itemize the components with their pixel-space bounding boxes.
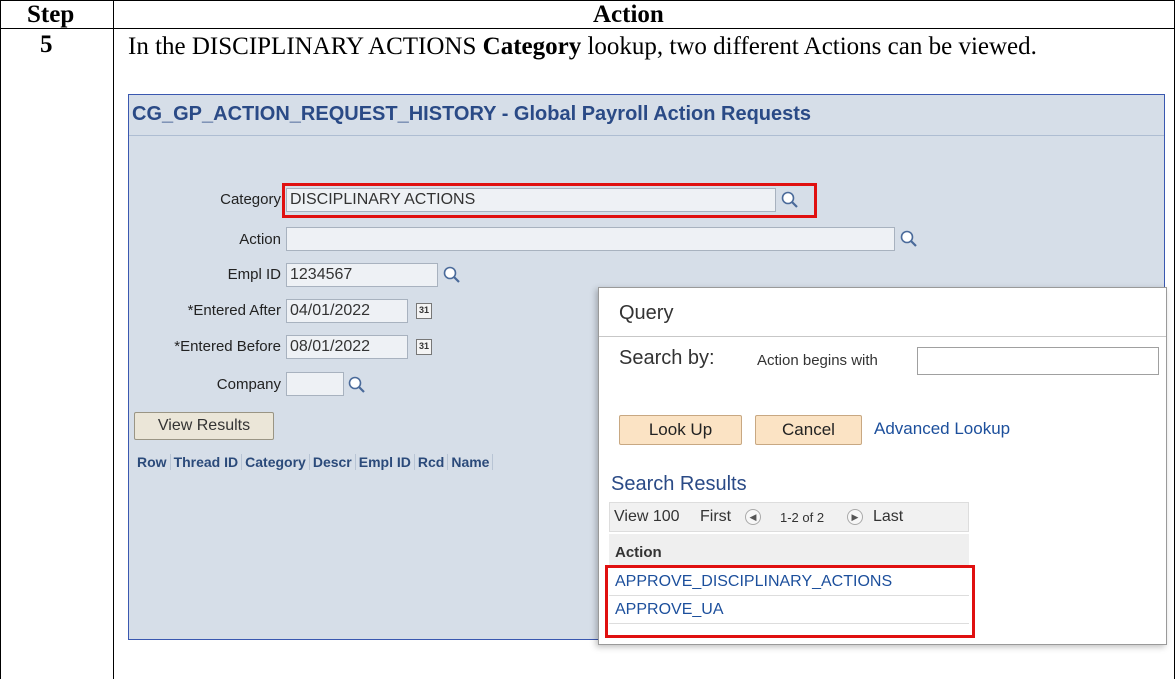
entered-before-calendar-icon[interactable]: 31	[416, 339, 432, 355]
entered-before-field[interactable]: 08/01/2022	[286, 335, 408, 359]
last-link[interactable]: Last	[873, 508, 903, 526]
grid-col-row[interactable]: Row	[134, 454, 171, 470]
first-link[interactable]: First	[700, 508, 731, 526]
action-search-icon[interactable]	[899, 229, 919, 249]
emplid-field[interactable]: 1234567	[286, 263, 438, 287]
advanced-lookup-link[interactable]: Advanced Lookup	[874, 419, 1010, 439]
table-border-left	[0, 0, 1, 679]
table-border-top	[0, 0, 1175, 1]
instruction-pre: In the DISCIPLINARY ACTIONS	[128, 33, 483, 60]
previous-icon[interactable]: ◀	[745, 509, 761, 525]
results-column-action[interactable]: Action	[609, 534, 969, 566]
entered-after-calendar-icon[interactable]: 31	[416, 303, 432, 319]
grid-col-emplid[interactable]: Empl ID	[356, 454, 415, 470]
category-highlight-box	[282, 183, 817, 218]
grid-col-thread-id[interactable]: Thread ID	[171, 454, 243, 470]
view-results-button[interactable]: View Results	[134, 412, 274, 440]
grid-col-descr[interactable]: Descr	[310, 454, 356, 470]
table-header-divider	[0, 28, 1175, 29]
grid-col-name[interactable]: Name	[448, 454, 494, 470]
instruction-bold: Category	[482, 33, 582, 60]
entered-after-label: *Entered After	[187, 302, 281, 319]
look-up-button[interactable]: Look Up	[619, 415, 742, 445]
action-label: Action	[239, 231, 281, 248]
search-criteria-label: Action begins with	[757, 352, 878, 369]
company-search-icon[interactable]	[347, 375, 367, 395]
next-icon[interactable]: ▶	[847, 509, 863, 525]
entered-before-label: *Entered Before	[174, 338, 281, 355]
modal-title-divider	[599, 336, 1166, 337]
search-results-heading: Search Results	[611, 473, 747, 495]
instruction-text: In the DISCIPLINARY ACTIONS Category loo…	[128, 31, 1158, 63]
title-divider	[129, 135, 1164, 136]
results-highlight-box	[605, 565, 975, 638]
page-title: CG_GP_ACTION_REQUEST_HISTORY - Global Pa…	[132, 103, 812, 125]
grid-col-category[interactable]: Category	[242, 454, 310, 470]
grid-col-rcd[interactable]: Rcd	[415, 454, 449, 470]
table-column-divider	[113, 0, 114, 679]
range-text: 1-2 of 2	[780, 510, 825, 525]
company-label: Company	[216, 376, 281, 393]
instruction-post: lookup, two different Actions can be vie…	[581, 33, 1037, 60]
results-grid-header: Row Thread ID Category Descr Empl ID Rcd…	[134, 454, 494, 470]
step-number: 5	[40, 31, 53, 58]
results-navigation: View 100 First ◀ 1-2 of 2 ▶ Last	[609, 502, 969, 532]
search-criteria-input[interactable]	[917, 347, 1159, 375]
company-field[interactable]	[286, 372, 344, 396]
header-action: Action	[593, 1, 664, 28]
lookup-modal: Query Search by: Action begins with Look…	[598, 287, 1167, 645]
header-step: Step	[27, 1, 75, 28]
cancel-button[interactable]: Cancel	[755, 415, 862, 445]
action-field[interactable]	[286, 227, 895, 251]
category-label: Category	[220, 191, 281, 208]
entered-after-field[interactable]: 04/01/2022	[286, 299, 408, 323]
view-100-link[interactable]: View 100	[614, 508, 680, 526]
emplid-label: Empl ID	[227, 266, 281, 283]
modal-title: Query	[619, 302, 674, 324]
emplid-search-icon[interactable]	[442, 265, 462, 285]
search-by-label: Search by:	[619, 347, 715, 369]
